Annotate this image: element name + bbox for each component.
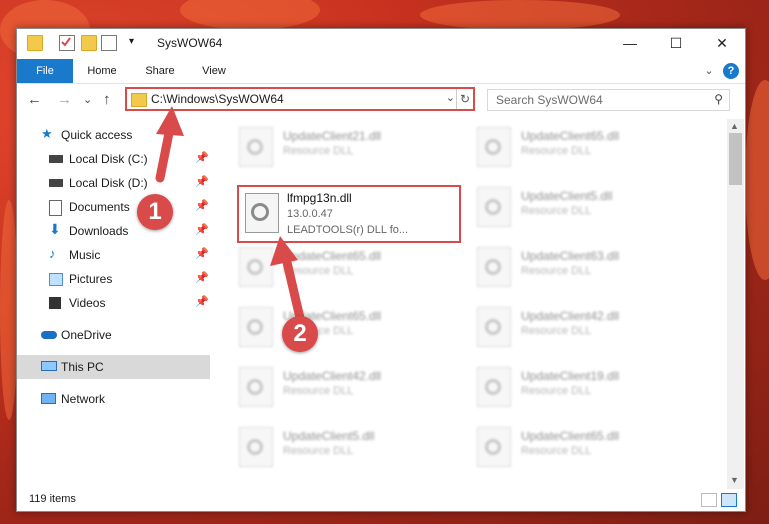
annotation-arrows [155, 106, 305, 323]
step-2-badge: 2 [282, 316, 318, 352]
arrow-1 [155, 123, 175, 183]
arrow-1-head [156, 106, 184, 136]
arrow-2-head [270, 236, 298, 266]
arrow-2 [281, 253, 305, 323]
step-1-badge: 1 [137, 194, 173, 230]
